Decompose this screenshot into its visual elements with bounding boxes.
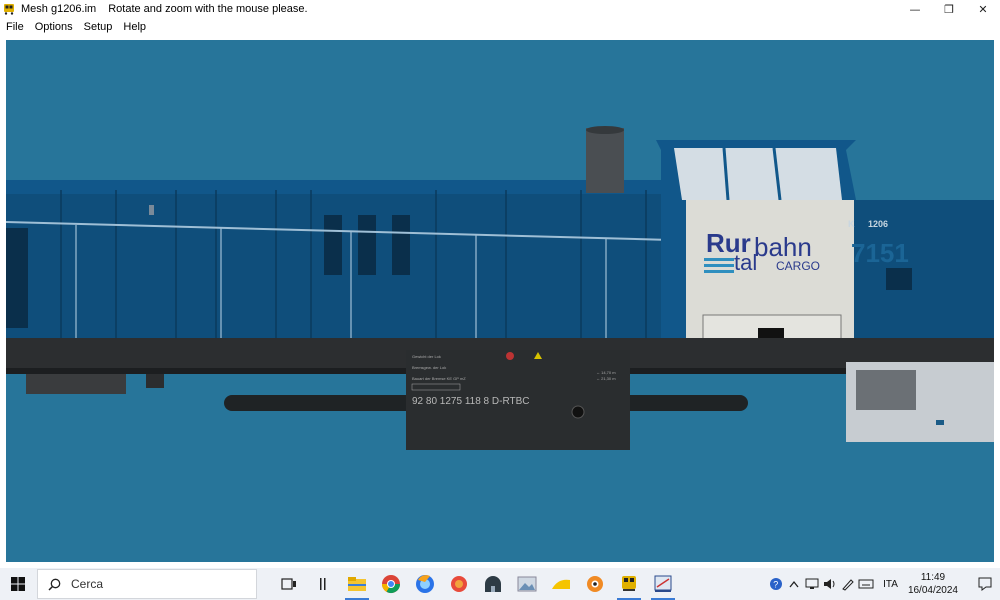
plate-weight: Gewicht der Lok <box>412 354 441 359</box>
clock-time: 11:49 <box>920 572 946 583</box>
plate-length-1: ↔ 14,70 m <box>596 370 616 375</box>
search-icon <box>48 578 61 591</box>
cab-vent <box>886 268 912 290</box>
help-tray-button[interactable]: ? <box>767 568 785 600</box>
taskbar: Cerca ? ITA 11:49 16/04/2024 <box>0 568 1000 600</box>
volume-button[interactable] <box>821 568 839 600</box>
clock-date: 16/04/2024 <box>907 585 958 596</box>
chevron-up-icon <box>789 580 799 588</box>
keyboard-button[interactable] <box>857 568 875 600</box>
logo-tal: tal <box>734 250 757 275</box>
menu-options[interactable]: Options <box>29 21 78 33</box>
red-swirl-icon <box>451 576 467 592</box>
clock[interactable]: 11:49 16/04/2024 <box>908 571 958 597</box>
start-button[interactable] <box>0 568 36 600</box>
eye-icon <box>587 576 603 592</box>
photo-app-button[interactable] <box>511 568 543 600</box>
system-tray: ? ITA 11:49 16/04/2024 <box>767 568 1000 600</box>
eye-app-button[interactable] <box>579 568 611 600</box>
folder-icon <box>348 577 366 591</box>
underframe-left <box>26 374 126 394</box>
window-title: Mesh g1206.im <box>21 3 97 15</box>
logo-stripes <box>704 258 734 273</box>
uic-number: 92 80 1275 118 8 D-RTBC <box>412 396 529 407</box>
tunnel-app-button[interactable] <box>477 568 509 600</box>
notifications-button[interactable] <box>970 568 1000 600</box>
firefox-button[interactable] <box>409 568 441 600</box>
taskbar-search[interactable]: Cerca <box>37 569 257 599</box>
locomotive-render[interactable]: Rur bahn tal CARGO K 1206 7151 Gewicht d… <box>6 40 994 562</box>
task-view-icon <box>281 578 296 590</box>
yellow-app-button[interactable] <box>545 568 577 600</box>
search-placeholder: Cerca <box>71 577 104 591</box>
mesh-viewer-button[interactable] <box>647 568 679 600</box>
loco-hood <box>6 180 686 340</box>
cab-handle <box>758 328 784 338</box>
window-controls: — ❐ ✕ <box>898 0 1000 18</box>
minimize-button[interactable]: — <box>898 0 932 18</box>
pause-bars-icon <box>320 578 326 590</box>
cab-prefix: K <box>848 219 855 229</box>
pen-icon <box>842 579 854 591</box>
chrome-icon <box>382 575 400 594</box>
mesh-viewer-icon <box>654 575 672 592</box>
menu-file[interactable]: File <box>0 21 29 33</box>
red-app-button[interactable] <box>443 568 475 600</box>
close-button[interactable]: ✕ <box>966 0 1000 18</box>
speaker-icon <box>824 579 835 589</box>
notification-icon <box>978 577 992 591</box>
plate-brake-type: Bauart der Bremse KE GP mZ <box>412 376 466 381</box>
widgets-button[interactable] <box>307 568 339 600</box>
task-view-button[interactable] <box>273 568 305 600</box>
side-number: 7151 <box>851 238 909 268</box>
menu-bar: File Options Setup Help <box>0 18 1000 35</box>
maximize-button[interactable]: ❐ <box>932 0 966 18</box>
menu-help[interactable]: Help <box>117 21 151 33</box>
menu-setup[interactable]: Setup <box>78 21 118 33</box>
show-hidden-icons-button[interactable] <box>785 568 803 600</box>
train-app-icon <box>4 4 14 15</box>
file-explorer-button[interactable] <box>341 568 373 600</box>
mesh-viewport[interactable]: Rur bahn tal CARGO K 1206 7151 Gewicht d… <box>6 40 994 562</box>
loco-hood-top <box>6 180 686 194</box>
logo-cargo: CARGO <box>776 259 820 273</box>
cab-windows <box>674 148 842 200</box>
keyboard-icon <box>858 579 874 589</box>
train-app-button[interactable] <box>613 568 645 600</box>
pen-button[interactable] <box>839 568 857 600</box>
hood-latch <box>149 205 154 215</box>
help-icon: ? <box>770 578 783 590</box>
exhaust-stack <box>586 128 624 193</box>
cab-number: 1206 <box>868 219 888 229</box>
yellow-shape-icon <box>552 579 570 589</box>
chrome-button[interactable] <box>375 568 407 600</box>
firefox-icon <box>416 575 434 593</box>
train-icon <box>622 576 636 591</box>
language-indicator[interactable]: ITA <box>883 579 898 590</box>
svg-text:?: ? <box>773 580 778 590</box>
network-button[interactable] <box>803 568 821 600</box>
plate-length-2: ↔ 21,30 m <box>596 376 616 381</box>
logo-bahn: bahn <box>754 232 812 262</box>
tunnel-icon <box>485 576 501 592</box>
drain-valve <box>571 405 585 419</box>
windows-icon <box>11 577 25 591</box>
window-instruction: Rotate and zoom with the mouse please. <box>108 3 308 15</box>
photo-icon <box>517 576 537 592</box>
plate-brake-weight: Bremsgew. der Lok <box>412 365 446 370</box>
warning-icon <box>506 352 514 360</box>
network-icon <box>805 578 819 589</box>
title-bar: Mesh g1206.im Rotate and zoom with the m… <box>0 0 1000 18</box>
